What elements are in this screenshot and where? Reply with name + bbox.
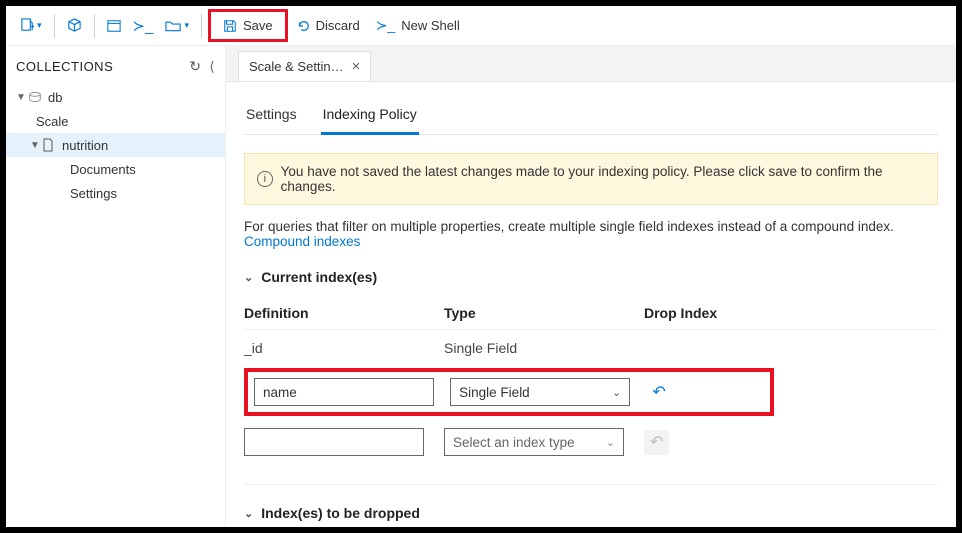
chevron-down-icon: ⌄	[244, 271, 253, 284]
help-text: For queries that filter on multiple prop…	[244, 219, 938, 249]
content-tabs: Settings Indexing Policy	[244, 98, 938, 135]
save-icon	[223, 19, 237, 33]
divider	[54, 14, 55, 38]
highlight-save: Save	[208, 9, 288, 42]
database-icon	[28, 91, 44, 103]
file-tab[interactable]: Scale & Settin… ×	[238, 51, 371, 81]
tree-documents[interactable]: Documents	[6, 157, 225, 181]
tree-label: Scale	[32, 114, 69, 129]
panel-icon-button[interactable]	[101, 15, 127, 37]
cube-icon-button[interactable]	[61, 14, 88, 37]
refresh-icon[interactable]: ↻	[189, 58, 201, 75]
tree-settings[interactable]: Settings	[6, 181, 225, 205]
sidebar-title: COLLECTIONS	[16, 59, 113, 74]
new-item-button[interactable]: ▾	[14, 14, 48, 37]
tree-nutrition[interactable]: ▼ nutrition	[6, 133, 225, 157]
tree-label: Settings	[66, 186, 117, 201]
type-select[interactable]: Single Field ⌄	[450, 378, 630, 406]
tree: ▼ db Scale ▼ nutrition Doc	[6, 85, 225, 205]
caret-down-icon: ▼	[14, 92, 28, 103]
info-icon: i	[257, 171, 273, 187]
section-current-indexes[interactable]: ⌄ Current index(es)	[244, 269, 938, 285]
terminal-icon-button[interactable]: ≻_	[127, 13, 160, 39]
save-label: Save	[243, 18, 273, 33]
index-table: Definition Type Drop Index _id Single Fi…	[244, 297, 938, 466]
new-shell-button[interactable]: ≻_ New Shell	[368, 13, 468, 38]
file-tab-label: Scale & Settin…	[249, 59, 344, 74]
caret-down-icon: ▼	[28, 140, 42, 151]
table-row: _id Single Field	[244, 330, 938, 366]
unsaved-banner: i You have not saved the latest changes …	[244, 153, 938, 205]
chevron-down-icon: ▾	[184, 20, 189, 31]
chevron-down-icon: ⌄	[606, 436, 615, 449]
cell-type: Single Field	[444, 340, 644, 356]
discard-button[interactable]: Discard	[288, 14, 368, 37]
terminal-icon: ≻_	[376, 17, 396, 34]
col-definition: Definition	[244, 305, 444, 321]
cell-definition: _id	[244, 340, 444, 356]
discard-label: Discard	[316, 18, 360, 33]
undo-button-disabled: ↶	[644, 430, 669, 455]
divider	[94, 14, 95, 38]
tree-db[interactable]: ▼ db	[6, 85, 225, 109]
undo-icon	[296, 19, 310, 33]
main: Scale & Settin… × Settings Indexing Poli…	[226, 46, 956, 527]
definition-input[interactable]	[244, 428, 424, 456]
tree-label: Documents	[66, 162, 136, 177]
folder-icon-button[interactable]: ▾	[159, 15, 195, 37]
highlight-row: Single Field ⌄ ↶	[244, 368, 774, 416]
divider	[201, 14, 202, 38]
col-type: Type	[444, 305, 644, 321]
chevron-down-icon: ▾	[37, 20, 42, 31]
definition-input[interactable]	[254, 378, 434, 406]
close-icon[interactable]: ×	[352, 59, 361, 74]
section-drop-indexes[interactable]: ⌄ Index(es) to be dropped	[244, 505, 938, 521]
tree-label: nutrition	[58, 138, 108, 153]
tab-indexing-policy[interactable]: Indexing Policy	[321, 98, 419, 135]
sidebar: COLLECTIONS ↻ ⟨ ▼ db Scale ▼	[6, 46, 226, 527]
tabstrip: Scale & Settin… ×	[226, 46, 956, 82]
document-icon	[42, 138, 58, 152]
compound-indexes-link[interactable]: Compound indexes	[244, 234, 360, 249]
chevron-down-icon: ⌄	[244, 507, 253, 520]
divider	[244, 484, 938, 485]
undo-button[interactable]: ↶	[646, 384, 671, 401]
table-row: Select an index type ⌄ ↶	[244, 418, 938, 466]
tree-label: db	[44, 90, 62, 105]
tree-scale[interactable]: Scale	[6, 109, 225, 133]
save-button[interactable]: Save	[215, 14, 281, 37]
command-bar: ▾ ≻_ ▾ Save	[6, 6, 956, 46]
newshell-label: New Shell	[401, 18, 460, 33]
chevron-down-icon: ⌄	[612, 386, 621, 399]
col-drop: Drop Index	[644, 305, 764, 321]
banner-text: You have not saved the latest changes ma…	[281, 164, 925, 194]
type-select[interactable]: Select an index type ⌄	[444, 428, 624, 456]
collapse-icon[interactable]: ⟨	[201, 59, 215, 75]
tab-settings[interactable]: Settings	[244, 98, 299, 134]
